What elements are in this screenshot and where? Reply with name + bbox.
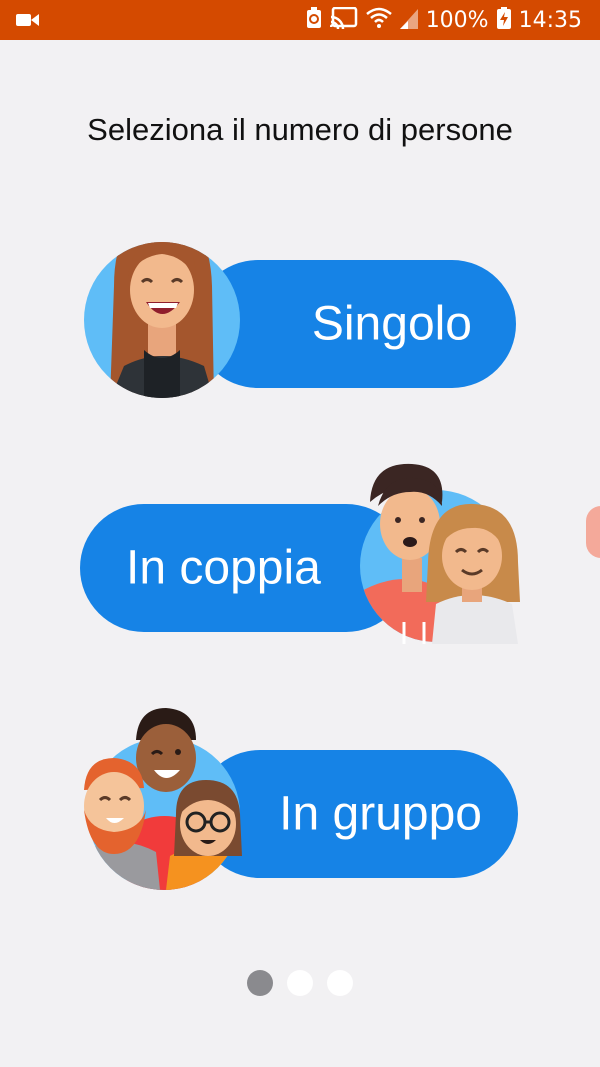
clock: 14:35 xyxy=(518,7,582,33)
next-page-peek xyxy=(586,506,600,558)
battery-percentage: 100% xyxy=(425,7,489,33)
battery-charging-icon xyxy=(496,6,511,34)
page-title: Seleziona il numero di persone xyxy=(87,112,513,147)
option-label: Singolo xyxy=(311,297,472,351)
page-dot-2[interactable] xyxy=(287,970,313,996)
cast-icon xyxy=(329,6,358,34)
option-in-coppia-button[interactable]: In coppia xyxy=(80,462,522,644)
option-singolo-button[interactable]: Singolo xyxy=(84,216,516,400)
option-in-gruppo-button[interactable]: In gruppo xyxy=(80,706,518,890)
cellular-signal-icon xyxy=(399,7,418,34)
wifi-icon xyxy=(365,7,392,34)
option-label: In coppia xyxy=(126,541,321,595)
group-avatar-icon xyxy=(80,706,246,890)
page-dot-3[interactable] xyxy=(327,970,353,996)
video-camera-icon xyxy=(16,11,40,34)
couple-avatar-icon xyxy=(356,462,522,644)
recycle-notification-icon xyxy=(306,6,322,34)
page-indicator xyxy=(0,970,600,996)
option-label: In gruppo xyxy=(279,787,482,841)
single-person-avatar-icon xyxy=(84,216,244,400)
status-bar: 100% 14:35 xyxy=(0,0,600,40)
page-dot-1[interactable] xyxy=(247,970,273,996)
